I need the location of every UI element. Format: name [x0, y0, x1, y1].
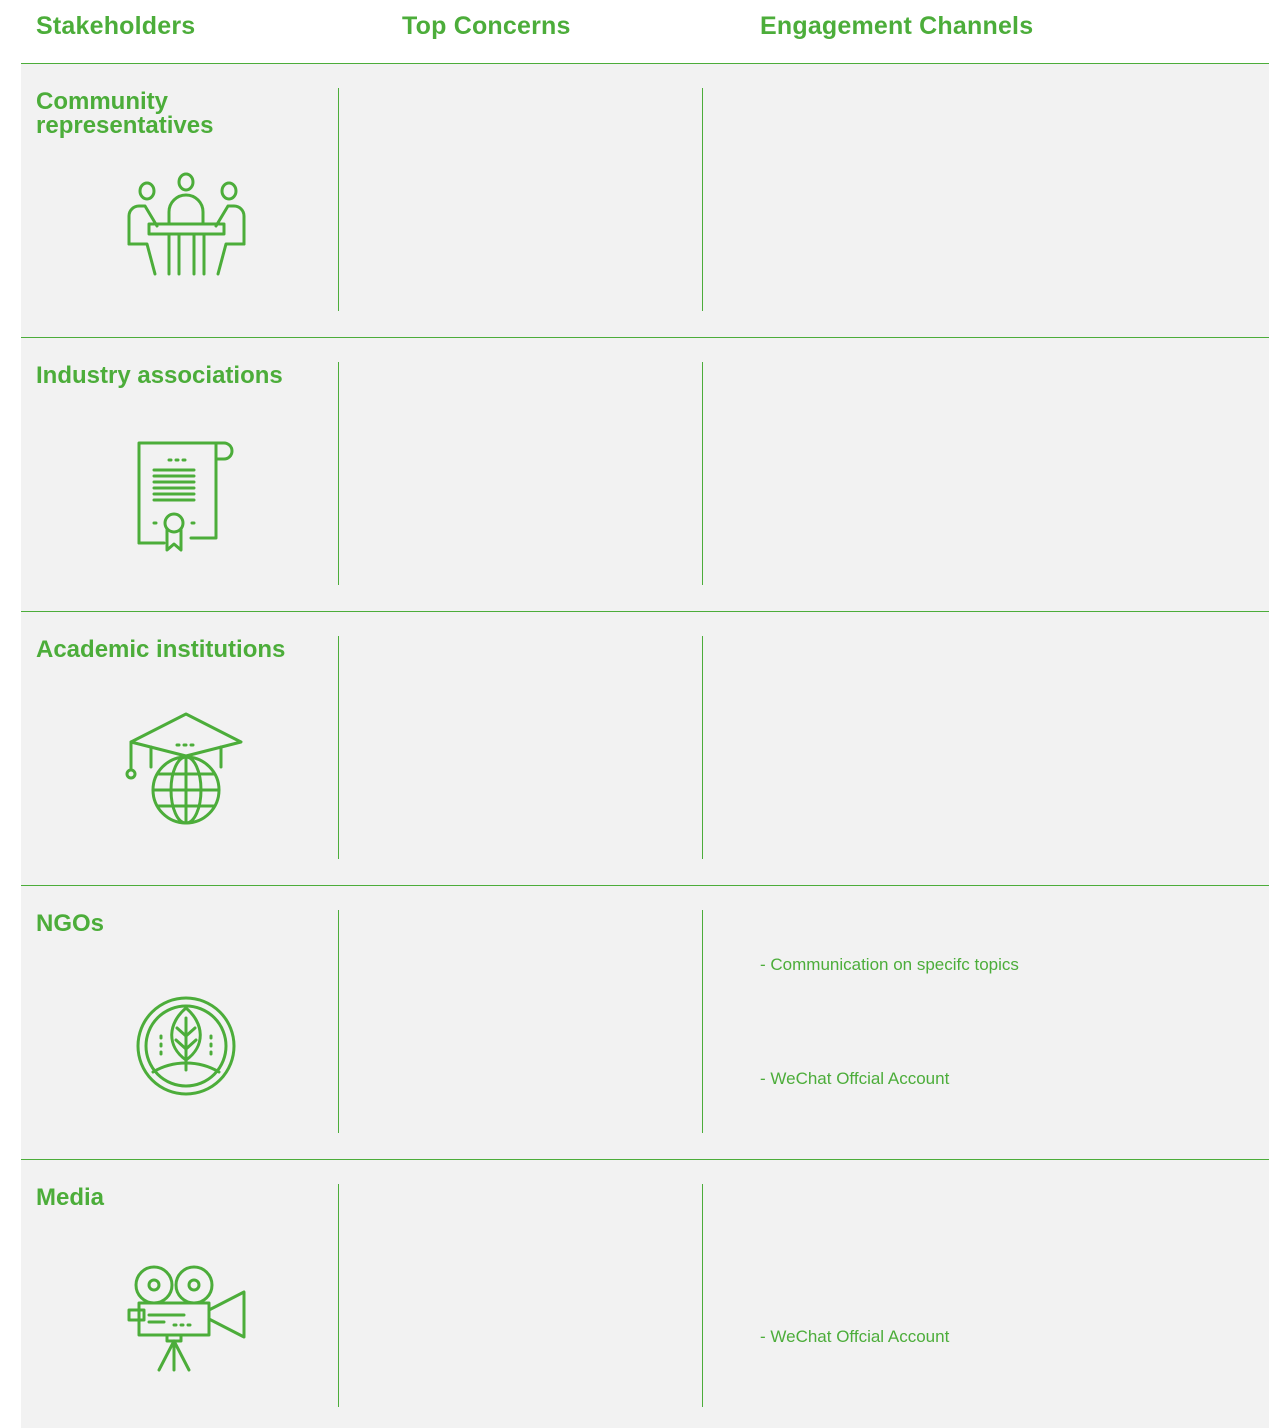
column-divider [702, 910, 703, 1133]
column-divider [338, 362, 339, 585]
engagement-channel: - WeChat Offcial Account [760, 1069, 950, 1088]
stakeholder-name: Academic institutions [36, 636, 286, 663]
certificate-scroll-icon [119, 438, 254, 553]
column-divider [702, 636, 703, 859]
column-divider [338, 88, 339, 311]
graduation-globe-icon [119, 712, 254, 827]
column-divider [702, 88, 703, 311]
leaf-badge-icon [119, 986, 254, 1101]
stakeholder-name: Community representatives [36, 88, 214, 139]
column-divider [338, 910, 339, 1133]
stakeholder-name: Industry associations [36, 362, 283, 389]
engagement-channel: - WeChat Offcial Account [760, 1327, 950, 1346]
table-row: Academic institutions [21, 612, 1269, 886]
column-divider [338, 1184, 339, 1407]
header-stakeholders: Stakeholders [36, 12, 196, 40]
column-divider [702, 1184, 703, 1407]
table-header: Stakeholders Top Concerns Engagement Cha… [0, 0, 1283, 64]
table-row: Media - WeChat Offcial Account [21, 1160, 1269, 1428]
engagement-channel: - Communication on specifc topics [760, 955, 1019, 974]
column-divider [338, 636, 339, 859]
header-top-concerns: Top Concerns [402, 12, 571, 40]
movie-camera-icon [119, 1260, 254, 1375]
header-engagement-channels: Engagement Channels [760, 12, 1034, 40]
table-row: Community representatives [21, 64, 1269, 338]
table-row: Industry associations [21, 338, 1269, 612]
stakeholder-name: NGOs [36, 910, 105, 937]
meeting-table-icon [119, 164, 254, 279]
stakeholder-name: Media [36, 1184, 105, 1211]
table-row: NGOs - Communication on specifc topics -… [21, 886, 1269, 1160]
column-divider [702, 362, 703, 585]
